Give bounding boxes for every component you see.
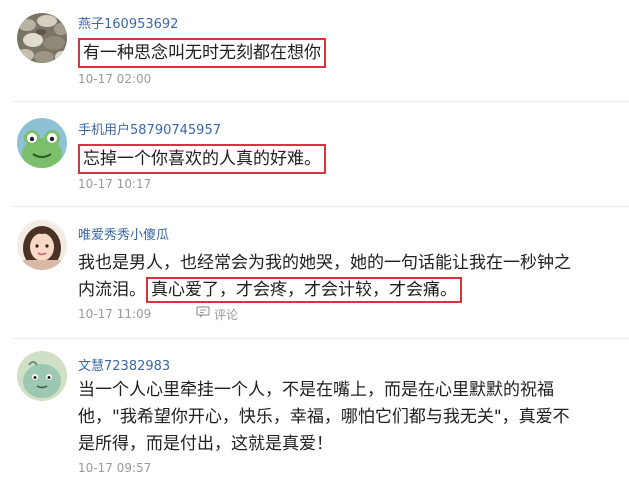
username[interactable]: 文慧72382983 [78,358,170,376]
username[interactable]: 燕子160953692 [78,16,178,34]
comment-text-line: 内流泪。 真心爱了，才会疼，才会计较，才会痛。 [78,277,623,304]
username[interactable]: 手机用户58790745957 [78,122,221,140]
comment-text-line: 当一个人心里牵挂一个人，不是在嘴上，而是在心里默默的祝福 [78,380,554,400]
cartoon-avatar-icon[interactable] [17,351,67,401]
timestamp: 10-17 10:17 [78,177,152,191]
comment-list: 燕子160953692 有一种思念叫无时无刻都在想你 10-17 02:00 手… [0,0,629,496]
comment-item: 文慧72382983 当一个人心里牵挂一个人，不是在嘴上，而是在心里默默的祝福 … [0,339,629,496]
comment-text-line: 他，"我希望你开心，快乐，幸福，哪怕它们都与我无关"，真爱不 [78,407,570,427]
reply-button[interactable]: 评论 [196,306,238,323]
frog-avatar-icon[interactable] [17,118,67,168]
timestamp: 10-17 11:09 [78,307,152,321]
comment-text: 有一种思念叫无时无刻都在想你 [78,38,623,68]
username[interactable]: 唯爱秀秀小傻瓜 [78,227,169,245]
comment-text-line: 我也是男人，也经常会为我的她哭，她的一句话能让我在一秒钟之 [78,253,571,273]
comment-text: 当一个人心里牵挂一个人，不是在嘴上，而是在心里默默的祝福 他，"我希望你开心，快… [78,377,623,458]
highlighted-text: 真心爱了，才会疼，才会计较，才会痛。 [146,277,462,303]
comment-item: 唯爱秀秀小傻瓜 我也是男人，也经常会为我的她哭，她的一句话能让我在一秒钟之 内流… [0,207,629,337]
comment-item: 手机用户58790745957 忘掉一个你喜欢的人真的好难。 10-17 10:… [0,102,629,202]
comment-text-plain: 内流泪。 [78,280,146,300]
highlighted-text: 有一种思念叫无时无刻都在想你 [78,38,326,68]
girl-avatar-icon[interactable] [17,220,67,270]
comment-text-line: 是所得，而是付出，这就是真爱！ [78,434,333,454]
highlighted-text: 忘掉一个你喜欢的人真的好难。 [78,144,326,174]
stones-avatar-icon[interactable] [17,13,67,63]
comment-item: 燕子160953692 有一种思念叫无时无刻都在想你 10-17 02:00 [0,0,629,100]
comment-text: 我也是男人，也经常会为我的她哭，她的一句话能让我在一秒钟之 内流泪。 真心爱了，才… [78,250,623,304]
timestamp: 10-17 02:00 [78,72,152,86]
comment-text: 忘掉一个你喜欢的人真的好难。 [78,144,623,174]
reply-label: 评论 [214,307,239,322]
timestamp: 10-17 09:57 [78,461,152,475]
comment-icon [196,306,210,323]
